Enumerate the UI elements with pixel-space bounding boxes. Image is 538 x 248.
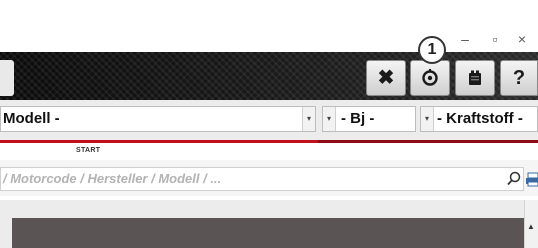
search-input[interactable]: / Motorcode / Hersteller / Modell / ... [0,167,524,191]
model-select-label: Modell - [3,110,60,127]
help-icon: ? [512,67,526,89]
fuel-select-label: - Kraftstoff - [437,110,523,127]
help-button[interactable]: ? [500,60,538,96]
close-button[interactable]: × [512,28,532,50]
print-icon[interactable] [526,170,538,188]
target-settings-icon [411,68,449,88]
home-tile[interactable] [0,60,14,96]
chevron-down-icon[interactable]: ▾ [323,107,336,131]
callout-marker: 1 [418,36,446,64]
scroll-up-icon[interactable]: ▲ [526,222,536,232]
minimize-button[interactable]: – [455,28,475,50]
search-icon[interactable] [506,170,522,188]
tab-start[interactable]: START [76,147,100,154]
start-progress-line-segment [318,140,538,143]
chevron-down-icon[interactable]: ▾ [421,107,434,131]
content-panel [12,218,524,248]
tools-button[interactable]: ✖ [366,60,406,96]
model-select[interactable]: Modell - ▾ [0,106,316,132]
battery-icon [456,68,494,88]
tools-icon: ✖ [377,67,395,89]
year-select[interactable]: ▾ - Bj - [322,106,416,132]
battery-button[interactable] [455,60,495,96]
chevron-down-icon[interactable]: ▾ [302,107,315,131]
settings-target-button[interactable] [410,60,450,96]
maximize-button[interactable]: ▫ [485,28,505,50]
fuel-select[interactable]: ▾ - Kraftstoff - [420,106,538,132]
